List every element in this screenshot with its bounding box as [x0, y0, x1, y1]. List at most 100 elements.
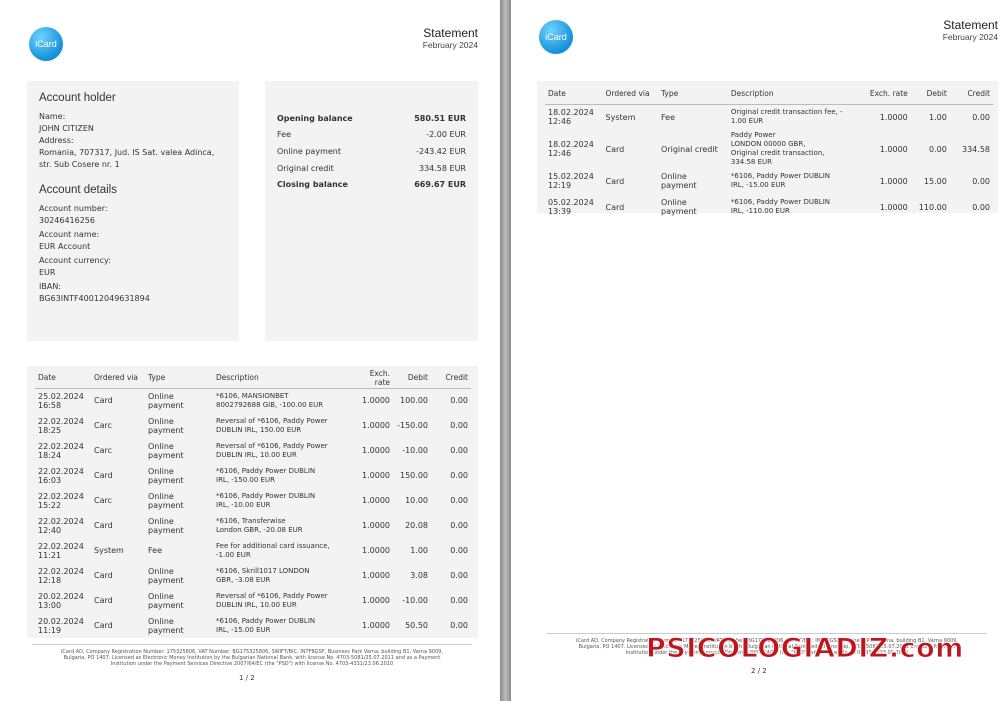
cell-date: 25.02.2024 16:58 [35, 388, 91, 413]
holder-name: JOHN CITIZEN [39, 124, 94, 133]
watermark-text: PSICOLOGIADIZ.com [646, 633, 964, 665]
cell-exch-rate: 1.0000 [362, 496, 390, 505]
cell-line: 15.02.2024 [548, 172, 594, 181]
table-header-row: Date Ordered via Type Description Exch. … [545, 84, 993, 105]
table-row: 22.02.2024 15:22 Carc Online payment *6106, … [35, 488, 471, 513]
table-row: 20.02.2024 13:00 Card Online payment Reversa… [35, 588, 471, 613]
cell-line: 18.02.2024 [548, 108, 594, 118]
cell-ordered-via: Card [605, 144, 625, 154]
account-name: EUR Account [39, 242, 91, 251]
cell-description: *6106, MANSIONBET 8002792688 GIB, -100.00… [213, 388, 353, 413]
cell-line: 15:22 [38, 500, 62, 510]
cell-date: 15.02.2024 12:19 [545, 168, 603, 194]
cell-exch-rate: 1.0000 [879, 176, 908, 186]
cell-debit: 1.00 [410, 546, 428, 555]
cell-date: 22.02.2024 12:40 [35, 513, 91, 538]
col-header-date: Date [545, 84, 603, 105]
cell-credit: 0.00 [972, 202, 990, 212]
cell-date: 22.02.2024 16:03 [35, 463, 91, 488]
cell-line: 25.02.2024 [38, 391, 84, 401]
cell-credit: 0.00 [450, 471, 468, 480]
statement-page-1: iCard Statement February 2024 Account ho… [0, 0, 500, 701]
cell-exch-rate: 1.0000 [362, 396, 390, 406]
cell-date: 22.02.2024 12:18 [35, 563, 91, 588]
table-row: 25.02.2024 16:58 Card Online payment *6106, … [35, 388, 471, 413]
table-header-row: Date Ordered via Type Description Exch. … [35, 368, 471, 389]
cell-line: 11:21 [38, 550, 62, 560]
cell-debit: 15.00 [923, 176, 947, 186]
col-header-ordered-via: Ordered via [91, 368, 145, 389]
balance-label: Original credit [277, 164, 334, 173]
balance-value: -243.42 EUR [416, 147, 466, 156]
statement-page-2: iCard Statement February 2024 Date Order… [511, 0, 1008, 701]
cell-description: *6106, Paddy Power DUBLIN IRL, -150.00 EU… [213, 463, 353, 488]
cell-description: Paddy Power LONDON 00000 GBR, Original cre… [728, 130, 864, 168]
cell-line: 13:39 [548, 207, 572, 216]
cell-date: 18.02.2024 12:46 [545, 104, 603, 130]
cell-line: 18.02.2024 [548, 140, 594, 149]
cell-credit: 0.00 [450, 421, 468, 430]
col-header-debit: Debit [910, 84, 950, 105]
account-number-label: Account number: [39, 204, 108, 213]
cell-exch-rate: 1.0000 [362, 446, 390, 455]
col-header-type: Type [145, 368, 213, 389]
cell-credit: 0.00 [450, 571, 468, 580]
cell-exch-rate: 1.0000 [362, 471, 390, 480]
cell-line: 12:19 [548, 181, 572, 190]
page-number: 2 / 2 [751, 667, 767, 675]
cell-line: 12:46 [548, 117, 572, 127]
account-currency-label: Account currency: [39, 256, 111, 265]
cell-description: *6106, Paddy Power DUBLIN IRL, -15.00 EUR [213, 613, 353, 638]
cell-debit: 150.00 [400, 471, 428, 480]
cell-line: 12:46 [548, 149, 572, 158]
cell-line: 20.02.2024 [38, 616, 84, 626]
cell-line: *6106, Paddy Power DUBLIN [730, 198, 830, 206]
col-header-ordered-via: Ordered via [602, 84, 659, 105]
cell-line: IRL, -150.00 EUR [216, 475, 275, 484]
balance-row-online-payment: Online payment -243.42 EUR [277, 147, 466, 156]
cell-date: 20.02.2024 13:00 [35, 588, 91, 613]
cell-line: DUBLIN IRL, 10.00 EUR [216, 600, 297, 609]
cell-debit: 3.08 [410, 571, 428, 580]
col-header-exch-rate: Exch. rate [353, 368, 393, 389]
cell-line: 8002792688 GIB, -100.00 EUR [216, 400, 324, 409]
footer-line: Institution under the Payment Services D… [110, 661, 394, 667]
table-row: 20.02.2024 11:19 Card Online payment *6106, … [35, 613, 471, 638]
iban-label: IBAN: [39, 282, 61, 291]
col-header-description: Description [213, 368, 353, 389]
page-number: 1 / 2 [239, 674, 255, 682]
cell-credit: 0.00 [450, 446, 468, 455]
cell-line: 12:40 [38, 525, 62, 535]
cell-credit: 334.58 [962, 144, 990, 154]
balance-value: 580.51 EUR [414, 114, 466, 123]
cell-description: Reversal of *6106, Paddy Power DUBLIN IRL… [213, 588, 353, 613]
statement-title: Statement [943, 18, 998, 32]
table-row: 22.02.2024 12:18 Card Online payment *6106, … [35, 563, 471, 588]
cell-ordered-via: System [605, 112, 636, 122]
balance-value: 669.67 EUR [414, 180, 466, 189]
cell-exch-rate: 1.0000 [362, 546, 390, 555]
cell-line: IRL, -10.00 EUR [216, 500, 271, 509]
table-row: 18.02.2024 12:46 Card Original credit Paddy … [545, 130, 993, 168]
col-header-debit: Debit [393, 368, 431, 389]
cell-line: -1.00 EUR [216, 550, 251, 559]
table-row: 22.02.2024 16:03 Card Online payment *6106, … [35, 463, 471, 488]
cell-line: 22.02.2024 [38, 491, 84, 501]
cell-ordered-via: Card [605, 202, 625, 212]
table-row: 22.02.2024 11:21 System Fee Fee for addition… [35, 538, 471, 563]
cell-exch-rate: 1.0000 [879, 202, 908, 212]
cell-credit: 0.00 [972, 112, 990, 122]
holder-name-label: Name: [39, 112, 66, 121]
cell-date: 22.02.2024 18:25 [35, 413, 91, 438]
cell-type: Online payment [148, 441, 184, 460]
balance-label: Closing balance [277, 180, 348, 189]
cell-credit: 0.00 [450, 521, 468, 530]
cell-description: Fee for additional card issuance, -1.00 E… [213, 538, 353, 563]
cell-ordered-via: Card [94, 396, 113, 406]
cell-credit: 0.00 [450, 596, 468, 605]
cell-description: *6106, Paddy Power DUBLIN IRL, -110.00 EU… [728, 194, 864, 220]
balance-row-opening: Opening balance 580.51 EUR [277, 114, 466, 123]
cell-type: Online payment [661, 172, 697, 190]
cell-credit: 0.00 [972, 176, 990, 186]
statement-period: February 2024 [942, 32, 998, 42]
